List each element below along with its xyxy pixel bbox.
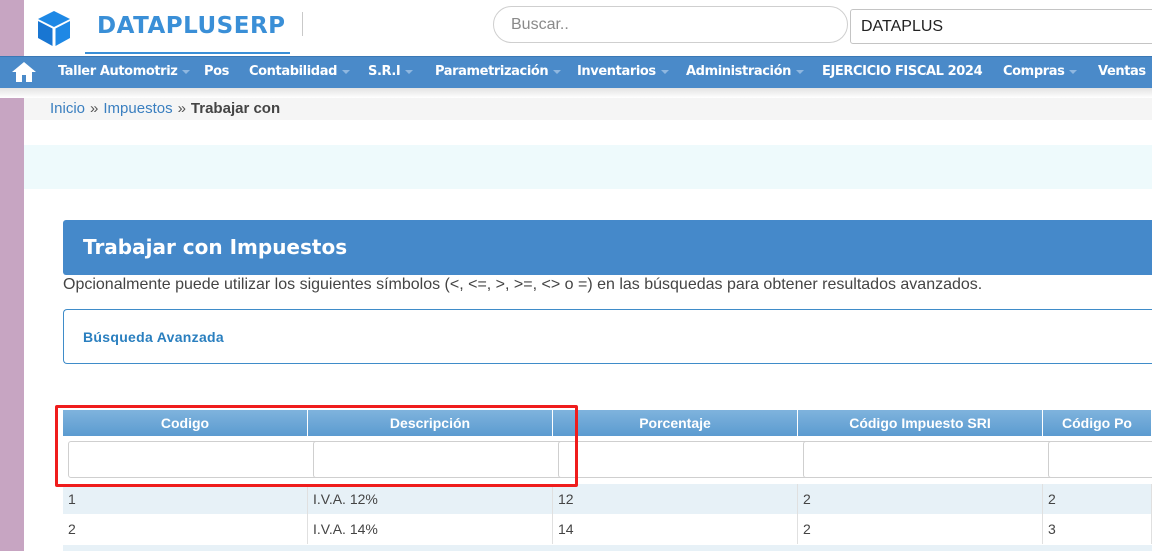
- chevron-down-icon: [1069, 69, 1078, 74]
- header-divider: [302, 12, 303, 36]
- nav-item-label: S.R.I: [368, 64, 401, 79]
- table-row[interactable]: 2 I.V.A. 14% 14 2 3: [63, 514, 1152, 544]
- nav-item-label: Pos: [204, 64, 229, 79]
- breadcrumb-current: Trabajar con: [190, 100, 281, 117]
- column-filter-input[interactable]: [803, 441, 1053, 478]
- advanced-search-link[interactable]: Búsqueda Avanzada: [83, 329, 224, 345]
- breadcrumb-separator: »: [177, 100, 186, 117]
- column-header[interactable]: Código Impuesto SRI: [798, 410, 1043, 436]
- breadcrumb: Inicio» Impuestos» Trabajar con: [24, 98, 1152, 120]
- chevron-down-icon: [553, 69, 562, 74]
- table-cell: 14: [553, 514, 798, 544]
- table-cell: 2: [1043, 484, 1152, 514]
- home-icon[interactable]: [11, 60, 37, 84]
- nav-item-label: Taller Automotriz: [58, 64, 178, 79]
- window-edge: [0, 0, 24, 56]
- table-row[interactable]: [63, 545, 1152, 551]
- search-hint: Opcionalmente puede utilizar los siguien…: [63, 276, 983, 293]
- panel-header: Trabajar con Impuestos: [63, 220, 1152, 275]
- table-cell: 2: [63, 514, 308, 544]
- top-header: DATAPLUSERP DATAPLUS: [0, 0, 1152, 56]
- nav-item-taller-automotriz[interactable]: Taller Automotriz: [58, 57, 191, 88]
- main-nav: Taller Automotriz Pos Contabilidad S.R.I Par…: [0, 56, 1152, 88]
- chevron-down-icon: [660, 69, 669, 74]
- nav-item-parametrizaci-n[interactable]: Parametrización: [435, 57, 562, 88]
- nav-item-label: EJERCICIO FISCAL 2024: [822, 64, 983, 79]
- nav-item-administraci-n[interactable]: Administración: [686, 57, 804, 88]
- nav-item-label: Inventarios: [577, 64, 656, 79]
- search-input[interactable]: [493, 6, 848, 43]
- table-cell: I.V.A. 12%: [308, 484, 553, 514]
- nav-item-inventarios[interactable]: Inventarios: [577, 57, 669, 88]
- table-row[interactable]: 1 I.V.A. 12% 12 2 2: [63, 484, 1152, 514]
- nav-item-label: Contabilidad: [249, 64, 337, 79]
- chevron-down-icon: [341, 69, 350, 74]
- brand-underline: [85, 52, 290, 54]
- column-filter-input[interactable]: [558, 441, 808, 478]
- cube-logo-icon[interactable]: [34, 9, 74, 49]
- column-filter-input[interactable]: [1048, 441, 1152, 478]
- nav-item-label: Parametrización: [435, 64, 549, 79]
- page-title: Trabajar con Impuestos: [83, 235, 348, 259]
- nav-item-ejercicio-fiscal-2024[interactable]: EJERCICIO FISCAL 2024: [822, 57, 983, 88]
- nav-item-label: Compras: [1003, 64, 1065, 79]
- nav-item-label: Administración: [686, 64, 791, 79]
- company-selector[interactable]: DATAPLUS: [850, 9, 1152, 44]
- nav-item-pos[interactable]: Pos: [204, 57, 229, 88]
- table-cell: 3: [1043, 514, 1152, 544]
- breadcrumb-separator: »: [90, 100, 99, 117]
- table-cell: 2: [798, 514, 1043, 544]
- nav-item-compras[interactable]: Compras: [1003, 57, 1078, 88]
- nav-shadow: [0, 88, 1152, 98]
- table-cell: I.V.A. 14%: [308, 514, 553, 544]
- breadcrumb-home-link[interactable]: Inicio: [50, 100, 85, 117]
- advanced-search-panel[interactable]: Búsqueda Avanzada: [63, 309, 1152, 364]
- table-cell: 12: [553, 484, 798, 514]
- chevron-down-icon: [795, 69, 804, 74]
- info-bar: [24, 145, 1152, 189]
- nav-item-s-r-i[interactable]: S.R.I: [368, 57, 414, 88]
- column-header[interactable]: Porcentaje: [553, 410, 798, 436]
- table-cell: 2: [798, 484, 1043, 514]
- chevron-down-icon: [182, 69, 191, 74]
- column-header[interactable]: Código Po: [1043, 410, 1152, 436]
- nav-item-label: Ventas: [1098, 64, 1146, 79]
- page: DATAPLUSERP DATAPLUS Taller Automotriz Po…: [0, 0, 1152, 551]
- brand-name[interactable]: DATAPLUSERP: [97, 13, 286, 39]
- chevron-down-icon: [405, 69, 414, 74]
- table-cell: 1: [63, 484, 308, 514]
- nav-item-contabilidad[interactable]: Contabilidad: [249, 57, 350, 88]
- nav-item-ventas[interactable]: Ventas: [1098, 57, 1146, 88]
- highlight-box: [55, 405, 578, 487]
- breadcrumb-section-link[interactable]: Impuestos: [103, 100, 172, 117]
